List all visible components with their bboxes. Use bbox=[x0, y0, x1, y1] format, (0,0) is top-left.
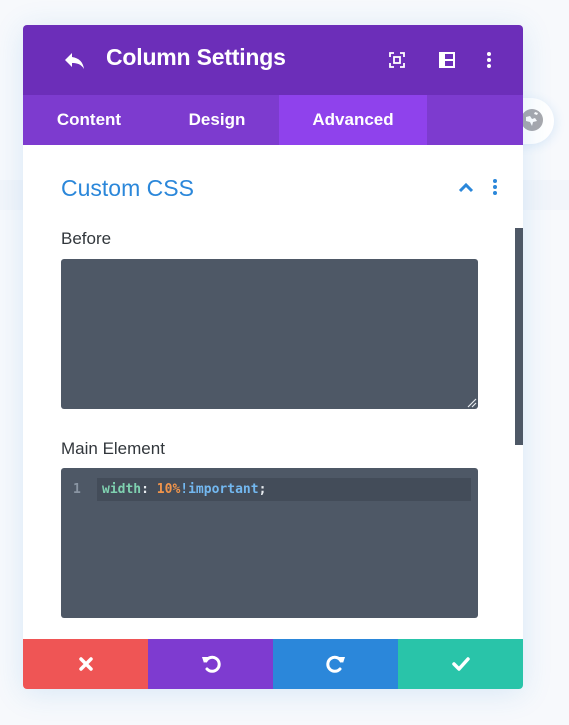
tab-design[interactable]: Design bbox=[155, 95, 279, 145]
more-options-button[interactable] bbox=[478, 49, 500, 71]
main-element-label: Main Element bbox=[61, 439, 165, 458]
line-number: 1 bbox=[73, 482, 81, 497]
undo-button[interactable] bbox=[148, 639, 273, 689]
section-more-icon[interactable] bbox=[491, 178, 499, 196]
globe-icon[interactable] bbox=[520, 108, 544, 132]
redo-button[interactable] bbox=[273, 639, 398, 689]
before-css-input[interactable] bbox=[61, 259, 478, 409]
scrollbar[interactable] bbox=[515, 228, 523, 445]
settings-tabs: Content Design Advanced bbox=[23, 95, 523, 145]
section-title[interactable]: Custom CSS bbox=[61, 175, 194, 202]
tab-advanced[interactable]: Advanced bbox=[279, 95, 427, 145]
tab-content[interactable]: Content bbox=[23, 95, 155, 145]
css-semicolon-token: ; bbox=[258, 482, 267, 497]
undo-icon bbox=[201, 655, 221, 673]
column-settings-modal: Column Settings Content Design Advanced … bbox=[23, 25, 523, 689]
code-line: width: 10%!important; bbox=[102, 482, 266, 497]
settings-content: Custom CSS Before Main Element 1 width: … bbox=[23, 145, 523, 639]
before-label: Before bbox=[61, 229, 112, 248]
css-property-token: width bbox=[102, 482, 142, 497]
resize-handle-icon[interactable] bbox=[467, 398, 477, 408]
back-arrow-icon[interactable] bbox=[63, 51, 87, 71]
modal-title: Column Settings bbox=[106, 44, 286, 70]
fullscreen-button[interactable] bbox=[386, 49, 408, 71]
chevron-up-icon[interactable] bbox=[457, 179, 475, 195]
css-value-token: 10% bbox=[156, 482, 181, 497]
redo-icon bbox=[325, 655, 345, 673]
css-important-token: !important bbox=[180, 482, 259, 497]
discard-button[interactable] bbox=[23, 639, 148, 689]
close-icon bbox=[78, 657, 93, 671]
css-colon-token: : bbox=[141, 482, 157, 497]
save-button[interactable] bbox=[398, 639, 523, 689]
more-vertical-icon bbox=[487, 52, 491, 68]
check-icon bbox=[451, 657, 470, 671]
modal-header: Column Settings bbox=[23, 25, 523, 95]
split-view-icon bbox=[439, 52, 455, 68]
main-element-css-input[interactable]: 1 width: 10%!important; bbox=[61, 468, 478, 618]
fullscreen-icon bbox=[389, 52, 405, 68]
split-view-button[interactable] bbox=[436, 49, 458, 71]
modal-footer bbox=[23, 639, 523, 689]
